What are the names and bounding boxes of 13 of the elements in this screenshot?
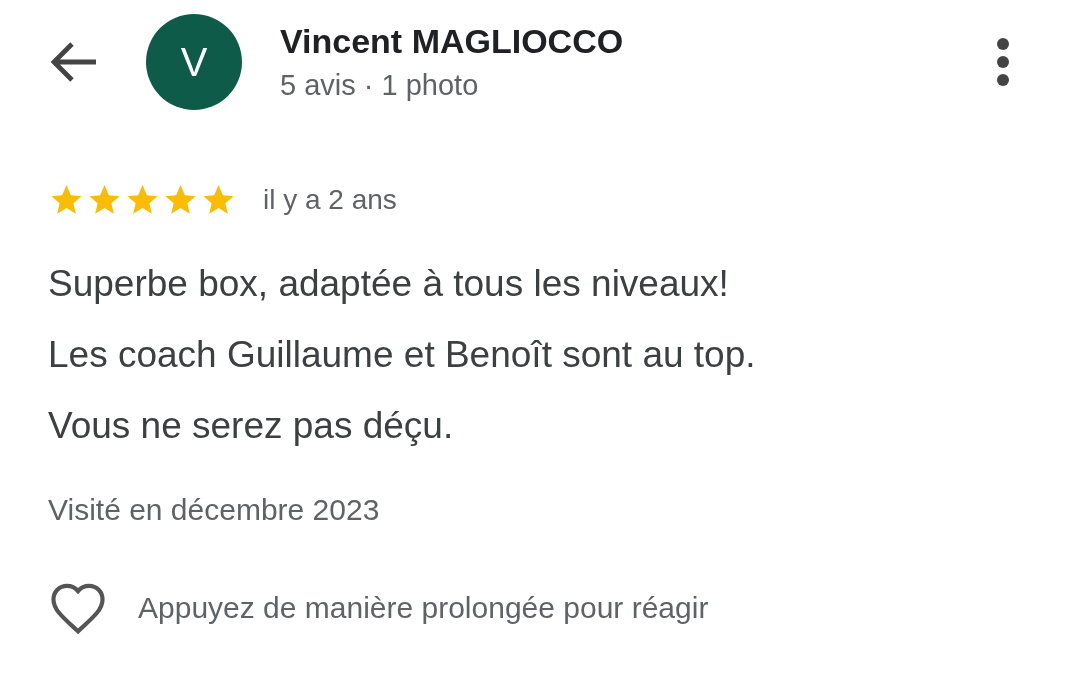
review-text: Superbe box, adaptée à tous les niveaux! <box>48 262 730 306</box>
avatar[interactable]: V <box>146 14 242 110</box>
reviewer-name[interactable]: Vincent MAGLIOCCO <box>280 22 996 61</box>
visit-date: Visité en décembre 2023 <box>48 493 381 527</box>
more-vertical-icon <box>996 37 1010 87</box>
reviewer-stats: 5 avis · 1 photo <box>280 69 480 102</box>
heart-icon <box>48 581 108 635</box>
review-time: il y a 2 ans <box>263 184 397 216</box>
reaction-hint: Appuyez de manière prolongée pour réagir <box>138 591 709 625</box>
review-text: Vous ne serez pas déçu. <box>48 404 455 448</box>
review-text: Les coach Guillaume et Benoît sont au top. <box>48 333 757 377</box>
like-button[interactable] <box>48 581 108 635</box>
more-menu-button[interactable] <box>996 37 1010 87</box>
